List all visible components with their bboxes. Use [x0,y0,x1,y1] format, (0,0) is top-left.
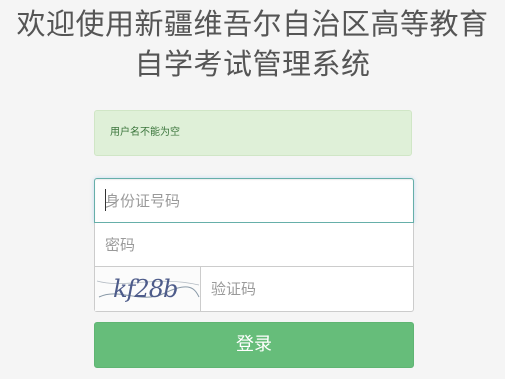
captcha-image[interactable]: kf28b [95,267,201,311]
id-number-input[interactable] [95,179,413,222]
captcha-graphic[interactable]: kf28b [95,267,200,311]
captcha-row: kf28b [94,267,414,312]
login-button[interactable]: 登录 [94,322,414,368]
password-field[interactable] [94,223,414,267]
captcha-text: kf28b [113,275,177,303]
page-title: 欢迎使用新疆维吾尔自治区高等教育 自学考试管理系统 [0,4,505,84]
password-input[interactable] [95,223,413,266]
title-line-1: 欢迎使用新疆维吾尔自治区高等教育 [16,7,489,41]
title-line-2: 自学考试管理系统 [134,47,371,81]
login-page: 欢迎使用新疆维吾尔自治区高等教育 自学考试管理系统 用户名不能为空 kf28b … [0,0,505,379]
error-alert-message: 用户名不能为空 [110,127,180,138]
captcha-field[interactable] [201,267,413,311]
text-cursor [105,189,106,211]
id-number-field[interactable] [94,178,414,223]
error-alert: 用户名不能为空 [94,110,412,156]
captcha-input[interactable] [201,267,413,311]
